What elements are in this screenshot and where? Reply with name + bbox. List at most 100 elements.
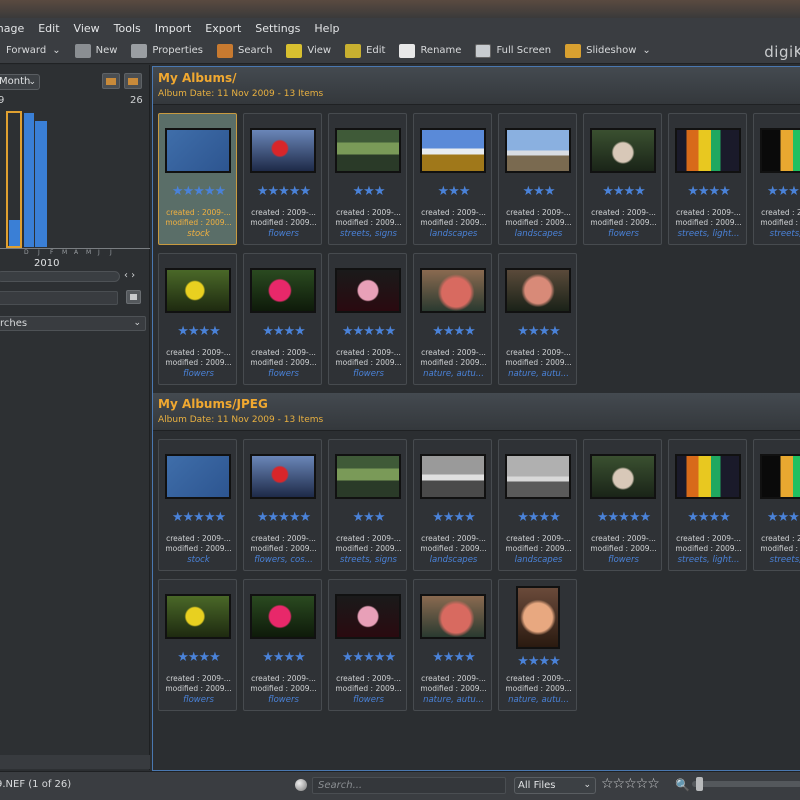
item-tags[interactable]: streets, li... <box>754 555 800 565</box>
edit-button[interactable]: Edit <box>345 43 385 58</box>
item-tags[interactable]: landscapes <box>414 555 493 565</box>
item-tags[interactable]: landscapes <box>414 229 493 239</box>
zoom-slider-handle[interactable] <box>696 777 703 791</box>
thumbnail-image[interactable] <box>590 128 656 173</box>
item-tags[interactable]: nature, autu... <box>414 695 493 705</box>
thumbnail-item[interactable]: ★★★★ created : 2009-... modified : 2009...… <box>413 439 492 571</box>
item-tags[interactable]: streets, signs <box>329 555 408 565</box>
view-button[interactable]: View <box>286 43 331 58</box>
save-search-button[interactable] <box>126 290 141 304</box>
thumbnail-item[interactable]: ★★★★ created : 2009-... modified : 2009...… <box>498 439 577 571</box>
chevron-down-icon[interactable]: ⌄ <box>52 45 60 56</box>
item-tags[interactable]: streets, light... <box>669 229 748 239</box>
item-tags[interactable]: flowers <box>244 695 323 705</box>
timeline-nav-arrows[interactable]: ‹ › <box>124 270 135 281</box>
thumbnail-image[interactable] <box>760 128 800 173</box>
rating-stars[interactable]: ★★★ <box>329 184 408 199</box>
rating-stars[interactable]: ★★★★ <box>244 324 323 339</box>
thumbnail-item[interactable]: ★★★★★ created : 2009-...modified : 2009..… <box>583 439 662 571</box>
scale-log-button[interactable] <box>124 73 142 89</box>
thumbnail-item[interactable]: ★★★★ created : 2009-... modified : 2009...… <box>158 253 237 385</box>
properties-button[interactable]: Properties <box>131 43 203 58</box>
item-tags[interactable]: streets, li... <box>754 229 800 239</box>
rating-stars[interactable]: ★★★★ <box>499 510 578 525</box>
thumbnail-item[interactable]: ★★★★★ created : 2009-...modified : 2009..… <box>328 253 407 385</box>
timeline-bar[interactable] <box>35 121 47 247</box>
search-input[interactable]: Search... <box>312 777 506 794</box>
mime-filter-select[interactable]: All Files ⌄ <box>514 777 596 794</box>
timeline-scrollbar[interactable] <box>0 271 120 282</box>
thumbnail-image[interactable] <box>250 454 316 499</box>
thumbnail-item[interactable]: ★★★★★ created : 2009-...modified : 2009..… <box>243 439 322 571</box>
saved-searches-select[interactable]: rches ⌄ <box>0 316 146 331</box>
thumbnail-image[interactable] <box>675 128 741 173</box>
rating-stars[interactable]: ★★★★★ <box>244 510 323 525</box>
rating-filter[interactable]: ☆☆☆☆☆ <box>601 776 660 792</box>
item-tags[interactable]: landscapes <box>499 555 578 565</box>
thumbnail-image[interactable] <box>165 594 231 639</box>
thumbnail-image[interactable] <box>505 128 571 173</box>
item-tags[interactable]: flowers <box>244 229 323 239</box>
rating-stars[interactable]: ★★★★★ <box>159 184 238 199</box>
item-tags[interactable]: landscapes <box>499 229 578 239</box>
thumbnail-image[interactable] <box>250 594 316 639</box>
menu-help[interactable]: Help <box>314 22 339 35</box>
slideshow-button[interactable]: Slideshow ⌄ <box>565 43 651 58</box>
album-header[interactable]: My Albums/ Album Date: 11 Nov 2009 - 13 … <box>153 67 800 105</box>
rename-button[interactable]: Rename <box>399 43 461 58</box>
thumbnail-item[interactable]: ★★★★ created : 2009-... modified : 2009...… <box>583 113 662 245</box>
album-header[interactable]: My Albums/JPEG Album Date: 11 Nov 2009 -… <box>153 393 800 431</box>
thumbnail-image[interactable] <box>516 586 560 649</box>
rating-stars[interactable]: ★★★★ <box>414 510 493 525</box>
rating-stars[interactable]: ★★★★★ <box>159 510 238 525</box>
rating-stars[interactable]: ★★★★★ <box>584 510 663 525</box>
thumbnail-item[interactable]: ★★★★ created : 2009-... modified : 2009...… <box>158 579 237 711</box>
thumbnail-image[interactable] <box>420 594 486 639</box>
rating-stars[interactable]: ★★★★ <box>159 324 238 339</box>
thumbnail-image[interactable] <box>590 454 656 499</box>
thumbnail-image[interactable] <box>420 268 486 313</box>
zoom-slider[interactable] <box>692 777 800 791</box>
rating-stars[interactable]: ★★★★ <box>584 184 663 199</box>
new-button[interactable]: New <box>74 43 117 58</box>
thumbnail-image[interactable] <box>505 268 571 313</box>
thumbnail-item[interactable]: ★★★ created : 2009-... modified : 2009... s… <box>328 113 407 245</box>
thumbnail-image[interactable] <box>335 268 401 313</box>
item-tags[interactable]: streets, signs <box>329 229 408 239</box>
menu-settings[interactable]: Settings <box>255 22 300 35</box>
thumbnail-image[interactable] <box>335 128 401 173</box>
thumbnail-item[interactable]: ★★★ created : 2009-... modified : 2009... l… <box>413 113 492 245</box>
item-tags[interactable]: flowers <box>329 369 408 379</box>
item-tags[interactable]: streets, light... <box>669 555 748 565</box>
chevron-down-icon[interactable]: ⌄ <box>642 45 650 56</box>
item-tags[interactable]: flowers <box>584 555 663 565</box>
item-tags[interactable]: flowers <box>329 695 408 705</box>
rating-stars[interactable]: ★★★ <box>329 510 408 525</box>
thumbnail-item[interactable]: ★★★★★ created : 2009-...modified : 2009..… <box>243 113 322 245</box>
thumbnail-image[interactable] <box>675 454 741 499</box>
thumbnail-image[interactable] <box>335 454 401 499</box>
forward-button[interactable]: Forward ⌄ <box>6 45 61 56</box>
thumbnail-item[interactable]: ★★★★★ created : 2009-...modified : 2009..… <box>753 439 800 571</box>
thumbnail-item[interactable]: ★★★★ created : 2009-... modified : 2009...… <box>668 439 747 571</box>
item-tags[interactable]: flowers <box>584 229 663 239</box>
thumbnail-item[interactable]: ★★★★ created : 2009-... modified : 2009...… <box>413 253 492 385</box>
rating-stars[interactable]: ★★★ <box>499 184 578 199</box>
search-clear-icon[interactable] <box>295 779 307 791</box>
rating-stars[interactable]: ★★★★ <box>414 650 493 665</box>
thumbnail-image[interactable] <box>250 128 316 173</box>
item-tags[interactable]: flowers, cos... <box>244 555 323 565</box>
thumbnail-item[interactable]: ★★★★★ created : 2009-...modified : 2009..… <box>158 113 237 245</box>
thumbnail-item[interactable]: ★★★★ created : 2009-... modified : 2009...… <box>243 253 322 385</box>
rating-stars[interactable]: ★★★★★ <box>329 324 408 339</box>
menu-import[interactable]: Import <box>155 22 192 35</box>
menu-view[interactable]: View <box>74 22 100 35</box>
item-tags[interactable]: flowers <box>159 369 238 379</box>
thumbnail-image[interactable] <box>420 128 486 173</box>
rating-stars[interactable]: ★★★★★ <box>754 510 800 525</box>
rating-stars[interactable]: ★★★★ <box>499 654 578 669</box>
thumbnail-item[interactable]: ★★★★ created : 2009-... modified : 2009...… <box>243 579 322 711</box>
menu-export[interactable]: Export <box>205 22 241 35</box>
thumbnail-image[interactable] <box>165 128 231 173</box>
thumbnail-item[interactable]: ★★★★ created : 2009-... modified : 2009...… <box>498 253 577 385</box>
